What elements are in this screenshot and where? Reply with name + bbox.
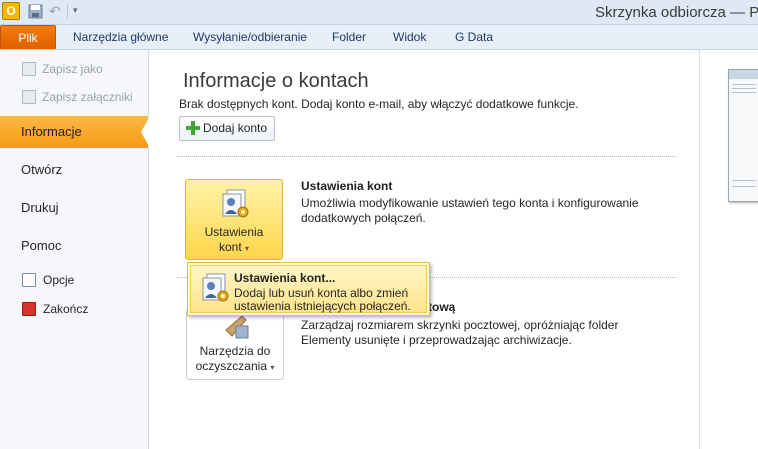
tab-send-receive[interactable]: Wysyłanie/odbieranie xyxy=(193,25,307,49)
tab-folder[interactable]: Folder xyxy=(332,25,366,49)
outlook-preview-thumbnail xyxy=(728,69,758,202)
nav-item-help[interactable]: Pomoc xyxy=(0,230,148,262)
no-accounts-message: Brak dostępnych kont. Dodaj konto e-mail… xyxy=(179,97,579,111)
section-divider xyxy=(177,156,677,157)
save-as-label: Zapisz jako xyxy=(42,62,103,76)
account-settings-description: Umożliwia modyfikowanie ustawień tego ko… xyxy=(301,196,639,225)
account-settings-label-1: Ustawienia xyxy=(204,225,264,239)
account-settings-button[interactable]: Ustawienia kont ▾ xyxy=(185,179,283,260)
account-settings-icon xyxy=(222,189,249,218)
menu-item-title: Ustawienia kont... xyxy=(234,271,336,285)
title-bar: O ↶ ▾ Skrzynka odbiorcza — Pl xyxy=(0,0,758,25)
account-settings-label-2: kont ▾ xyxy=(218,240,250,254)
thumbnail-line xyxy=(732,92,756,93)
menu-item-description: Dodaj lub usuń konta albo zmień ustawien… xyxy=(234,286,411,313)
add-account-button[interactable]: Dodaj konto xyxy=(179,116,275,141)
nav-item-info[interactable]: Informacje xyxy=(0,116,150,148)
cleanup-heading: tową xyxy=(428,300,456,314)
save-as-icon xyxy=(22,62,36,76)
exit-label: Zakończ xyxy=(43,302,89,316)
chevron-down-icon: ▾ xyxy=(245,244,250,253)
window-title: Skrzynka odbiorcza — Pl xyxy=(595,4,758,21)
nav-item-open[interactable]: Otwórz xyxy=(0,154,148,186)
chevron-down-icon: ▾ xyxy=(270,363,275,372)
cleanup-description: Zarządzaj rozmiarem skrzynki pocztowej, … xyxy=(301,318,619,347)
outlook-app-icon[interactable]: O xyxy=(2,2,20,20)
backstage-nav: Zapisz jako Zapisz załączniki Informacje… xyxy=(0,50,150,449)
save-attachments-label: Zapisz załączniki xyxy=(42,90,133,104)
tab-view[interactable]: Widok xyxy=(393,25,426,49)
ribbon-tab-bar: Plik Narzędzia główne Wysyłanie/odbieran… xyxy=(0,25,758,50)
undo-icon[interactable]: ↶ xyxy=(49,3,61,20)
thumbnail-line xyxy=(732,186,756,187)
thumbnail-line xyxy=(732,84,756,85)
options-icon xyxy=(22,273,36,287)
tab-home[interactable]: Narzędzia główne xyxy=(73,25,168,49)
account-info-panel: Informacje o kontach Brak dostępnych kon… xyxy=(150,50,698,449)
tab-g-data[interactable]: G Data xyxy=(455,25,493,49)
close-icon xyxy=(22,302,36,316)
thumbnail-line xyxy=(732,88,756,89)
account-settings-icon xyxy=(202,273,229,302)
cleanup-tools-label-1: Narzędzia do xyxy=(199,344,271,358)
options-label: Opcje xyxy=(43,273,75,287)
tab-file[interactable]: Plik xyxy=(0,25,56,49)
menu-item-account-settings[interactable]: Ustawienia kont... Dodaj lub usuń konta … xyxy=(190,265,427,313)
account-settings-heading: Ustawienia kont xyxy=(301,179,393,193)
thumbnail-line xyxy=(732,180,756,181)
save-icon[interactable] xyxy=(28,4,43,19)
save-attachments-icon xyxy=(22,90,36,104)
cleanup-tools-button[interactable]: Narzędzia do oczyszczania ▾ xyxy=(186,309,284,380)
nav-item-info-label: Informacje xyxy=(21,124,82,139)
plus-icon xyxy=(186,121,200,135)
cleanup-tools-label-2: oczyszczania ▾ xyxy=(195,359,275,373)
page-title: Informacje o kontach xyxy=(183,70,369,92)
qat-separator xyxy=(67,4,68,19)
add-account-label: Dodaj konto xyxy=(203,121,268,135)
preview-pane xyxy=(699,50,758,449)
nav-item-print[interactable]: Drukuj xyxy=(0,192,148,224)
customize-qat-icon[interactable]: ▾ xyxy=(73,5,78,16)
account-settings-menu: Ustawienia kont... Dodaj lub usuń konta … xyxy=(187,262,430,316)
thumbnail-header xyxy=(729,70,758,79)
selected-arrow-icon xyxy=(141,116,150,148)
